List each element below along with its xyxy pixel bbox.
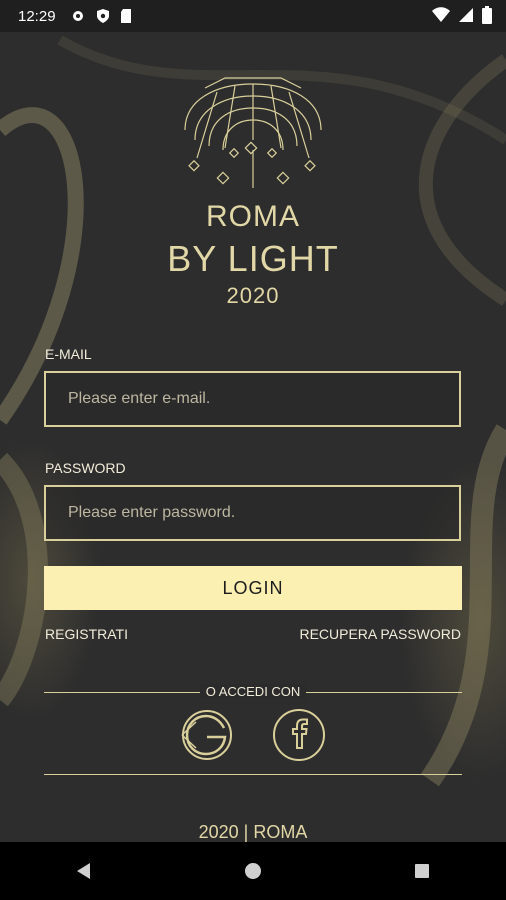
email-field-box[interactable] bbox=[44, 371, 461, 427]
status-right-icons bbox=[432, 6, 492, 24]
footer-logo: 2020 | ROMA bbox=[198, 822, 308, 842]
home-button[interactable] bbox=[223, 851, 283, 891]
navigation-bar bbox=[0, 842, 506, 900]
recover-password-link[interactable]: RECUPERA PASSWORD bbox=[299, 626, 461, 642]
shield-icon bbox=[96, 9, 109, 23]
email-field[interactable] bbox=[66, 389, 459, 409]
signal-icon bbox=[459, 8, 473, 22]
password-field-box[interactable] bbox=[44, 485, 461, 541]
or-login-with-label: O ACCEDI CON bbox=[0, 684, 506, 699]
status-left-icons bbox=[70, 8, 132, 24]
password-label: PASSWORD bbox=[45, 460, 126, 476]
footer-divider-line bbox=[44, 774, 462, 775]
gear-icon bbox=[72, 11, 83, 21]
home-circle-icon bbox=[244, 863, 261, 879]
status-time: 12:29 bbox=[18, 7, 56, 25]
battery-icon bbox=[482, 6, 492, 24]
facebook-icon[interactable] bbox=[272, 708, 326, 762]
status-bar: 12:29 bbox=[0, 0, 506, 32]
or-login-with-text: O ACCEDI CON bbox=[199, 684, 307, 699]
login-button[interactable]: LOGIN bbox=[44, 566, 462, 610]
password-field[interactable] bbox=[66, 503, 459, 523]
brand-title-roma: ROMA bbox=[206, 200, 300, 233]
wifi-icon bbox=[432, 7, 450, 22]
back-triangle-icon bbox=[77, 863, 91, 879]
back-button[interactable] bbox=[54, 851, 114, 891]
sd-card-icon bbox=[120, 9, 131, 23]
brand-title-by-light: BY LIGHT bbox=[167, 238, 339, 279]
brand-title-year: 2020 bbox=[226, 283, 280, 308]
email-label: E-MAIL bbox=[45, 346, 92, 362]
recents-button[interactable] bbox=[392, 851, 452, 891]
roma-by-light-logo-icon bbox=[184, 77, 322, 188]
recents-square-icon bbox=[414, 864, 429, 878]
register-link[interactable]: REGISTRATI bbox=[45, 626, 128, 642]
google-icon[interactable] bbox=[180, 708, 234, 762]
